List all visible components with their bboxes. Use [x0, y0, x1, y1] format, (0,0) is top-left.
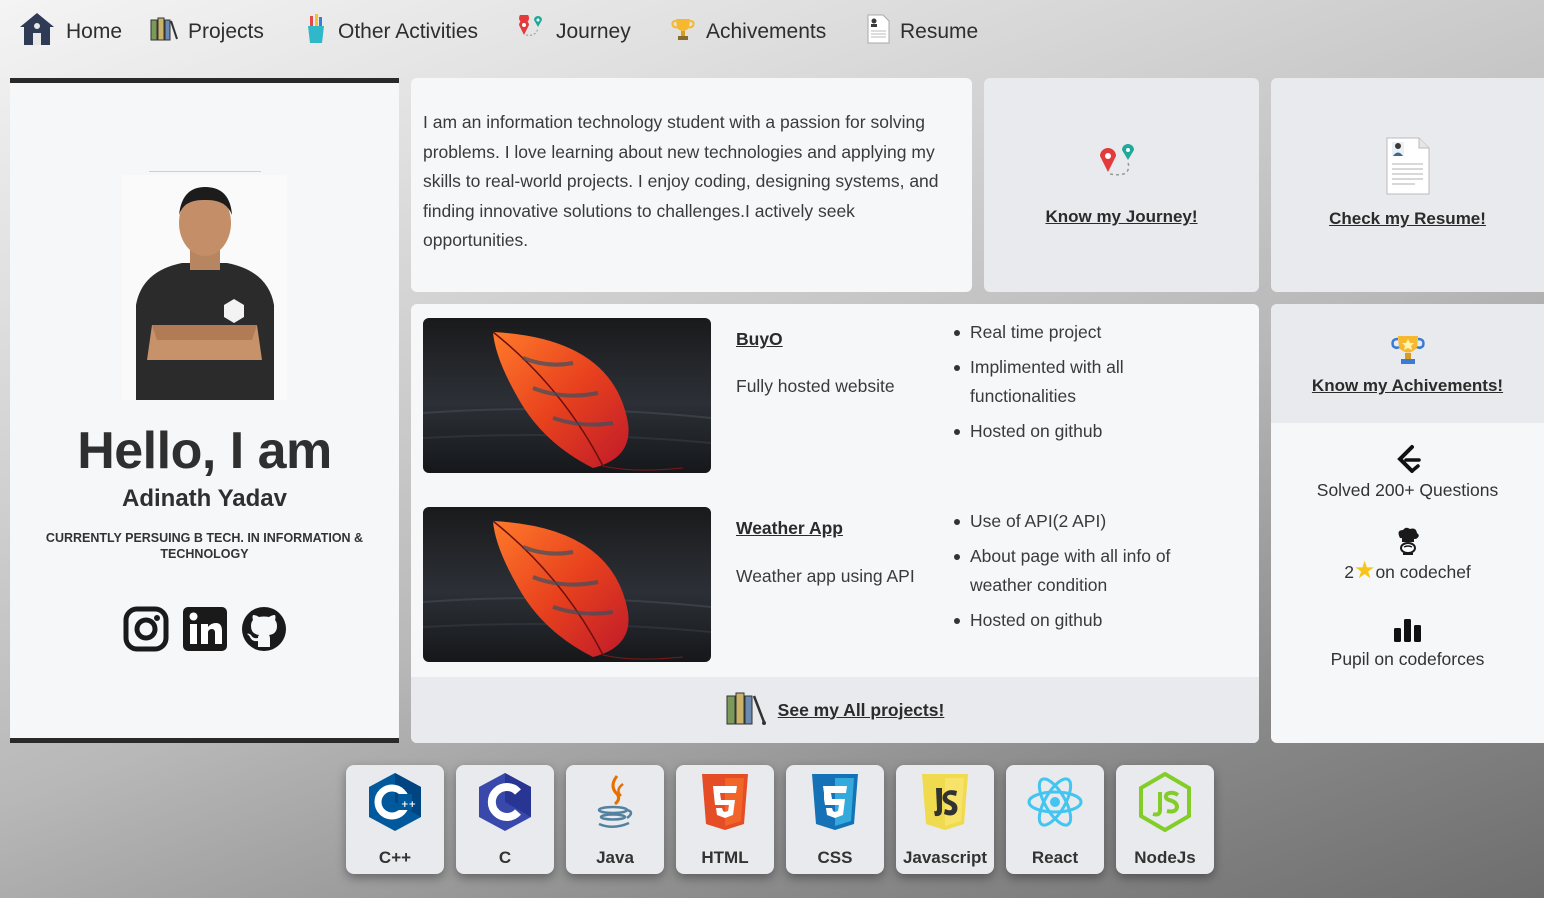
project-points: Use of API(2 API) About page with all in… [951, 507, 1211, 641]
skill-java[interactable]: Java [566, 765, 664, 874]
nav-projects-label: Projects [188, 20, 264, 43]
c-icon [475, 771, 535, 833]
know-journey-link[interactable]: Know my Journey! [984, 207, 1259, 227]
map-pins-icon [1098, 142, 1144, 187]
nav-journey-label: Journey [556, 20, 631, 43]
skill-label: React [1031, 848, 1079, 867]
profile-divider [149, 171, 261, 172]
linkedin-icon[interactable] [181, 605, 229, 653]
skill-label: NodeJs [1134, 848, 1196, 867]
list-item: Real time project [951, 318, 1211, 347]
about-text: I am an information technology student w… [423, 112, 939, 250]
codechef-rating: 2 [1344, 562, 1354, 582]
project-image [423, 507, 711, 662]
skill-c[interactable]: C [456, 765, 554, 874]
leetcode-stat: Solved 200+ Questions [1316, 480, 1499, 500]
home-icon [18, 11, 56, 53]
nav-resume[interactable]: Resume [866, 10, 978, 54]
skill-label: HTML [701, 848, 749, 867]
list-item: Hosted on github [951, 417, 1211, 446]
skill-label: Javascript [902, 848, 988, 867]
react-icon [1025, 771, 1085, 833]
skill-label: C [498, 848, 512, 867]
project-description: Fully hosted website [736, 376, 895, 396]
resume-icon [1385, 136, 1431, 201]
skill-html[interactable]: HTML [676, 765, 774, 874]
check-resume-link[interactable]: Check my Resume! [1271, 209, 1544, 229]
greeting-heading: Hello, I am [77, 422, 332, 480]
list-item: Use of API(2 API) [951, 507, 1211, 536]
nav-projects[interactable]: Projects [150, 10, 264, 54]
nav-achievements[interactable]: Achivements [670, 10, 826, 54]
list-item: About page with all info of weather cond… [951, 542, 1211, 600]
achievements-header[interactable]: Know my Achivements! [1271, 304, 1544, 423]
svg-text:++: ++ [401, 800, 416, 810]
skill-label: CSS [817, 848, 853, 867]
javascript-icon [915, 771, 975, 833]
nav-journey[interactable]: Journey [516, 10, 631, 54]
resume-card[interactable]: Check my Resume! [1271, 78, 1544, 292]
nav-other-label: Other Activities [338, 20, 479, 43]
nav-resume-label: Resume [900, 20, 979, 43]
css3-icon [805, 771, 865, 833]
project-image [423, 318, 711, 473]
folders-icon [726, 690, 766, 731]
see-all-projects-bar[interactable]: See my All projects! [411, 677, 1259, 743]
about-card: I am an information technology student w… [411, 78, 972, 292]
profile-name: Adinath Yadav [122, 485, 287, 512]
skill-javascript[interactable]: Javascript [896, 765, 994, 874]
java-icon [585, 771, 645, 833]
codechef-suffix: on codechef [1375, 562, 1471, 582]
codeforces-stat: Pupil on codeforces [1330, 649, 1485, 669]
profile-photo [122, 175, 287, 400]
resume-icon [866, 14, 890, 50]
skills-row: ++ C++ C Java HTML CSS Javascript React … [346, 765, 1214, 875]
project-points: Real time project Implimented with all f… [951, 318, 1211, 452]
project-title-link[interactable]: BuyO [736, 329, 783, 350]
projects-card: BuyO Fully hosted website Real time proj… [411, 304, 1259, 743]
pen-holder-icon [304, 14, 328, 50]
trophy-icon [1390, 334, 1426, 371]
social-links [122, 603, 288, 655]
know-achievements-link[interactable]: Know my Achivements! [1271, 376, 1544, 396]
skill-nodejs[interactable]: NodeJs [1116, 765, 1214, 874]
codechef-icon [1394, 526, 1422, 561]
github-icon[interactable] [240, 605, 288, 653]
see-all-projects-link[interactable]: See my All projects! [778, 700, 945, 721]
nav-home-label: Home [66, 20, 123, 43]
map-pins-icon [516, 13, 546, 49]
nav-achievements-label: Achivements [706, 20, 827, 43]
cpp-icon: ++ [365, 771, 425, 833]
skill-label: Java [596, 848, 634, 867]
skill-cpp[interactable]: ++ C++ [346, 765, 444, 874]
top-navigation: Home Projects Other Activities Journey A… [0, 0, 1544, 64]
list-item: Implimented with all functionalities [951, 353, 1211, 411]
folders-icon [150, 16, 178, 48]
skill-css[interactable]: CSS [786, 765, 884, 874]
project-description: Weather app using API [736, 566, 915, 586]
project-title-link[interactable]: Weather App [736, 518, 843, 539]
codeforces-icon [1393, 618, 1423, 647]
achievements-card: Know my Achivements! Solved 200+ Questio… [1271, 304, 1544, 743]
trophy-icon [670, 16, 696, 48]
skill-label: C++ [378, 848, 412, 867]
skill-react[interactable]: React [1006, 765, 1104, 874]
journey-card[interactable]: Know my Journey! [984, 78, 1259, 292]
codechef-stat: 2★on codechef [1271, 559, 1544, 583]
html5-icon [695, 771, 755, 833]
profile-card: Hello, I am Adinath Yadav CURRENTLY PERS… [10, 78, 399, 743]
profile-tagline: CURRENTLY PERSUING B TECH. IN INFORMATIO… [45, 531, 364, 561]
list-item: Hosted on github [951, 606, 1211, 635]
star-icon: ★ [1353, 557, 1376, 584]
nodejs-icon [1135, 771, 1195, 833]
nav-other-activities[interactable]: Other Activities [304, 10, 478, 54]
nav-home[interactable]: Home [18, 10, 122, 54]
instagram-icon[interactable] [122, 605, 170, 653]
leetcode-icon [1395, 444, 1421, 479]
